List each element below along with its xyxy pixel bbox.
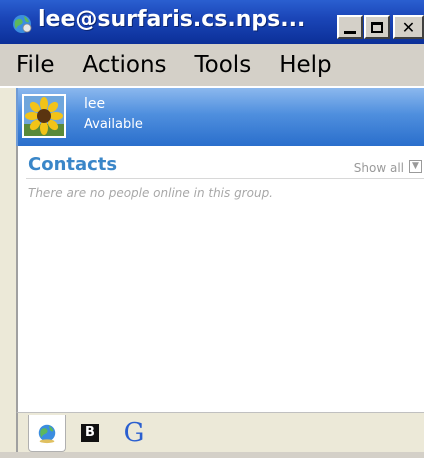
maximize-button[interactable] xyxy=(364,15,390,39)
b-icon: B xyxy=(81,424,99,442)
minimize-button[interactable] xyxy=(337,15,363,39)
menu-help[interactable]: Help xyxy=(265,52,345,78)
window-title: lee@surfaris.cs.nps... xyxy=(38,7,306,32)
user-name: lee xyxy=(84,96,106,112)
avatar[interactable] xyxy=(22,94,66,138)
window-bottom-border xyxy=(0,452,424,458)
group-divider xyxy=(26,178,424,179)
show-all-link[interactable]: Show all xyxy=(354,161,404,175)
menu-file[interactable]: File xyxy=(0,52,69,78)
g-icon: G xyxy=(123,418,145,448)
maximize-icon xyxy=(371,21,383,33)
tab-b[interactable]: B xyxy=(72,415,108,451)
contacts-panel: Contacts Show all ▼ There are no people … xyxy=(16,146,424,412)
tab-contacts[interactable] xyxy=(28,415,66,452)
globe-icon xyxy=(38,424,56,444)
menu-bar: File Actions Tools Help xyxy=(0,44,424,86)
app-globe-icon[interactable] xyxy=(10,11,34,35)
user-status-header[interactable]: lee Available xyxy=(16,88,424,146)
close-icon: ✕ xyxy=(401,17,416,37)
menu-actions[interactable]: Actions xyxy=(69,52,181,78)
minimize-icon xyxy=(344,30,356,34)
title-bar[interactable]: lee@surfaris.cs.nps... ✕ xyxy=(0,0,424,44)
empty-group-message: There are no people online in this group… xyxy=(28,186,273,200)
app-window: lee@surfaris.cs.nps... ✕ File Actions To… xyxy=(0,0,424,458)
expand-down-icon[interactable]: ▼ xyxy=(409,160,422,173)
sunflower-avatar-icon xyxy=(24,96,64,136)
menu-tools[interactable]: Tools xyxy=(181,52,266,78)
close-button[interactable]: ✕ xyxy=(393,15,424,39)
user-status[interactable]: Available xyxy=(84,117,143,132)
contacts-group-title[interactable]: Contacts xyxy=(28,154,117,175)
tab-g[interactable]: G xyxy=(116,415,152,451)
